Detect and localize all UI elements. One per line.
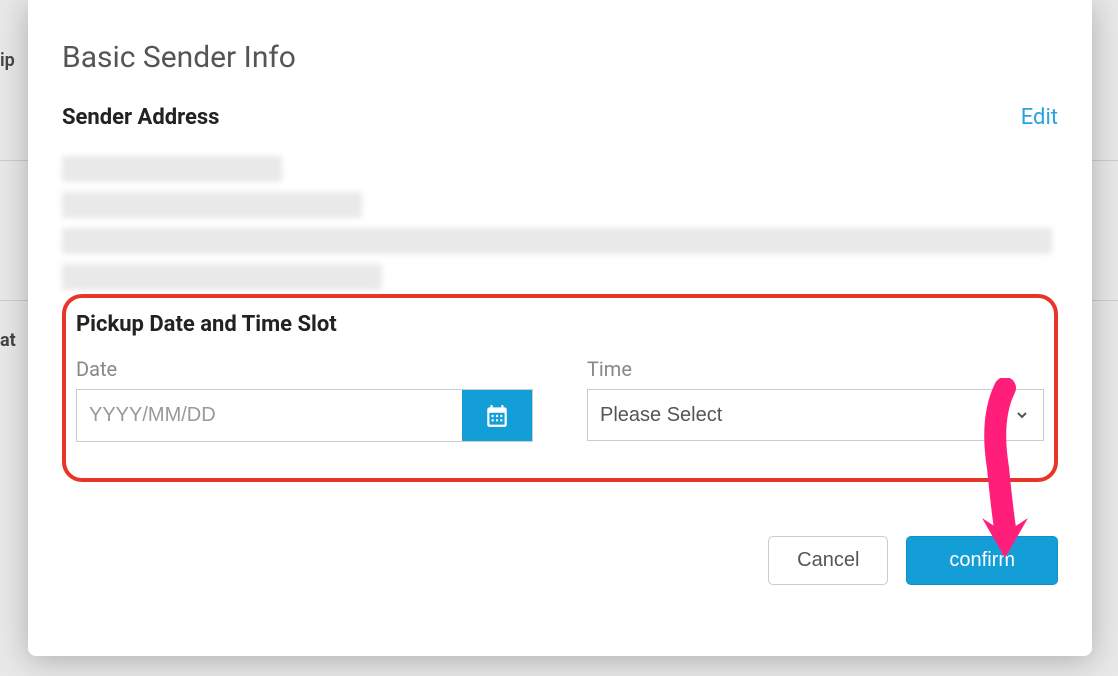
modal-button-row: Cancel confirm: [62, 536, 1058, 585]
date-input[interactable]: [77, 390, 462, 441]
date-field-label: Date: [76, 357, 533, 381]
time-select[interactable]: Please Select: [587, 389, 1044, 441]
time-field-label: Time: [587, 357, 1044, 381]
cancel-button[interactable]: Cancel: [768, 536, 888, 585]
calendar-picker-button[interactable]: [462, 390, 532, 441]
sender-info-modal: Basic Sender Info Sender Address Edit Pi…: [28, 0, 1092, 656]
sender-address-heading: Sender Address: [62, 105, 219, 130]
edit-address-link[interactable]: Edit: [1021, 105, 1058, 130]
redacted-address-block: [62, 156, 1058, 286]
background-text-fragment: at: [0, 330, 16, 351]
date-input-group: [76, 389, 533, 442]
confirm-button[interactable]: confirm: [906, 536, 1058, 585]
calendar-icon: [484, 403, 510, 429]
background-text-fragment: ip: [0, 50, 15, 71]
pickup-date-time-section: Pickup Date and Time Slot Date Time: [62, 294, 1058, 482]
modal-title: Basic Sender Info: [62, 40, 1058, 75]
pickup-section-title: Pickup Date and Time Slot: [76, 312, 1044, 337]
